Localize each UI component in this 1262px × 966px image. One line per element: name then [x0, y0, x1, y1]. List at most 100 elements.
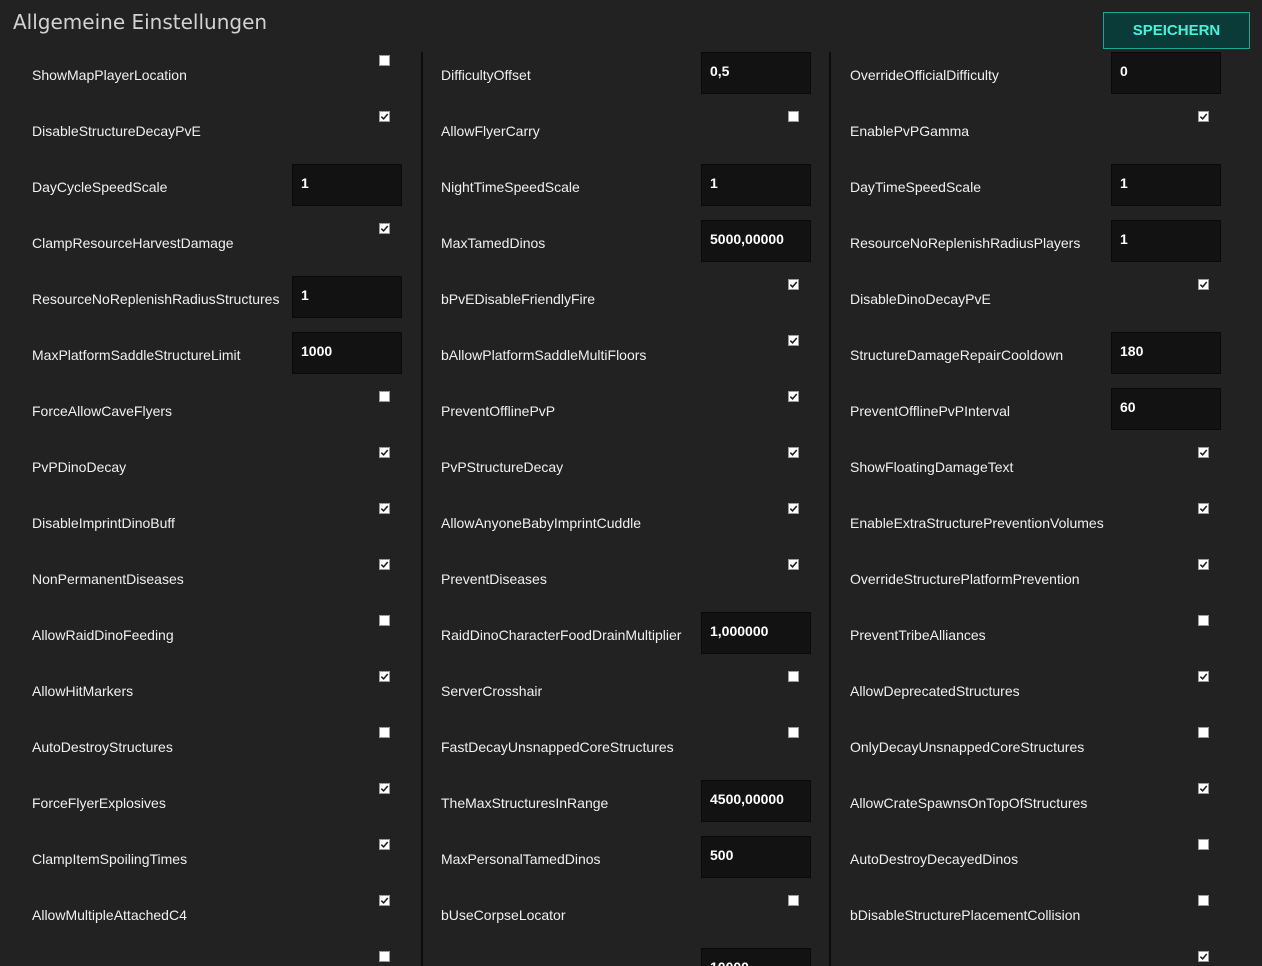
setting-row: ShowMapPlayerLocation	[32, 52, 402, 108]
setting-label: StructureDamageRepairCooldown	[850, 347, 1064, 363]
setting-label: AllowHitMarkers	[32, 683, 134, 699]
setting-label: MaxPersonalTamedDinos	[441, 851, 601, 867]
setting-label: DisableStructureDecayPvE	[32, 123, 201, 139]
disable-dino-decay-pv-e-checkbox[interactable]	[1198, 279, 1209, 290]
setting-row: bAllowPlatformSaddleMultiFloors	[441, 332, 811, 388]
setting-label: ResourceNoReplenishRadiusStructures	[32, 291, 280, 307]
setting-label: OverrideOfficialDifficulty	[850, 67, 999, 83]
setting-label: ResourceNoReplenishRadiusPlayers	[850, 235, 1081, 251]
checkmark-icon	[1199, 953, 1208, 961]
non-permanent-diseases-checkbox[interactable]	[379, 559, 390, 570]
setting-row: OverrideOfficialDifficulty	[850, 52, 1221, 108]
clamp-item-spoiling-times-checkbox[interactable]	[379, 839, 390, 850]
override-official-difficulty-input[interactable]	[1111, 52, 1221, 94]
settings-column-3: OverrideOfficialDifficulty EnablePvPGamma…	[850, 52, 1221, 966]
only-decay-unsnapped-core-structures-checkbox[interactable]	[1198, 727, 1209, 738]
force-flyer-explosives-checkbox[interactable]	[379, 783, 390, 794]
auto-destroy-structures-checkbox[interactable]	[379, 727, 390, 738]
prevent-tribe-alliances-checkbox[interactable]	[1198, 615, 1209, 626]
setting-row: DayTimeSpeedScale	[850, 164, 1221, 220]
day-time-speed-scale-input[interactable]	[1111, 164, 1221, 206]
allow-multiple-attached-c4-checkbox[interactable]	[379, 895, 390, 906]
allow-anyone-baby-imprint-cuddle-checkbox[interactable]	[788, 503, 799, 514]
setting-label: PreventOfflinePvPInterval	[850, 403, 1011, 419]
b-allow-platform-saddle-multi-floors-checkbox[interactable]	[788, 335, 799, 346]
enable-extra-structure-prevention-volumes-checkbox[interactable]	[1198, 503, 1209, 514]
raid-dino-character-food-drain-multiplier-input[interactable]	[701, 612, 811, 654]
disable-structure-decay-pv-e-checkbox[interactable]	[379, 111, 390, 122]
allow-flyer-carry-checkbox[interactable]	[788, 111, 799, 122]
setting-label: OnlyDecayUnsnappedCoreStructures	[850, 739, 1085, 755]
the-max-structures-in-range-input[interactable]	[701, 780, 811, 822]
allow-hit-markers-checkbox[interactable]	[379, 671, 390, 682]
setting-row: DayCycleSpeedScale	[32, 164, 402, 220]
setting-row: ServerCrosshair	[441, 668, 811, 724]
enable-pv-p-gamma-checkbox[interactable]	[1198, 111, 1209, 122]
column-divider	[421, 52, 423, 966]
checkmark-icon	[789, 337, 798, 345]
night-time-speed-scale-input[interactable]	[701, 164, 811, 206]
max-platform-saddle-structure-limit-input[interactable]	[292, 332, 402, 374]
resource-no-replenish-radius-structures-input[interactable]	[292, 276, 402, 318]
difficulty-offset-input[interactable]	[701, 52, 811, 94]
save-button[interactable]: SPEICHERN	[1103, 12, 1250, 49]
allow-deprecated-structures-checkbox[interactable]	[1198, 671, 1209, 682]
allow-crate-spawns-on-top-of-structures-checkbox[interactable]	[1198, 783, 1209, 794]
settings-column-1: ShowMapPlayerLocation DisableStructureDec…	[32, 52, 402, 966]
checkmark-icon	[1199, 673, 1208, 681]
show-map-player-location-checkbox[interactable]	[379, 55, 390, 66]
max-tamed-dinos-input[interactable]	[701, 220, 811, 262]
setting-row: AllowMultipleAttachedC4	[32, 892, 402, 948]
setting-label: bPvEDisableFriendlyFire	[441, 291, 596, 307]
setting-label: NonPermanentDiseases	[32, 571, 184, 587]
pv-p-dino-decay-checkbox[interactable]	[379, 447, 390, 458]
setting-row: DisableDinoDecayPvE	[850, 276, 1221, 332]
setting-label: AutoDestroyStructures	[32, 739, 173, 755]
disable-imprint-dino-buff-checkbox[interactable]	[379, 503, 390, 514]
checkmark-icon	[789, 393, 798, 401]
structure-damage-repair-cooldown-input[interactable]	[1111, 332, 1221, 374]
prevent-offline-pv-p-interval-input[interactable]	[1111, 388, 1221, 430]
clamp-resource-harvest-damage-checkbox[interactable]	[379, 223, 390, 234]
day-cycle-speed-scale-input[interactable]	[292, 164, 402, 206]
b-pv-e-disable-friendly-fire-checkbox[interactable]	[788, 279, 799, 290]
checkmark-icon	[380, 897, 389, 905]
setting-row: TheMaxStructuresInRange	[441, 780, 811, 836]
setting-row: DisableImprintDinoBuff	[32, 500, 402, 556]
setting-row-16-input[interactable]	[701, 948, 811, 966]
setting-row: bUseCorpseLocator	[441, 892, 811, 948]
setting-row-16-checkbox[interactable]	[379, 951, 390, 962]
setting-label: TheMaxStructuresInRange	[441, 795, 609, 811]
setting-row: ClampItemSpoilingTimes	[32, 836, 402, 892]
prevent-diseases-checkbox[interactable]	[788, 559, 799, 570]
resource-no-replenish-radius-players-input[interactable]	[1111, 220, 1221, 262]
setting-row: AllowFlyerCarry	[441, 108, 811, 164]
prevent-offline-pv-p-checkbox[interactable]	[788, 391, 799, 402]
setting-label: bDisableStructurePlacementCollision	[850, 907, 1081, 923]
show-floating-damage-text-checkbox[interactable]	[1198, 447, 1209, 458]
checkmark-icon	[380, 785, 389, 793]
server-crosshair-checkbox[interactable]	[788, 671, 799, 682]
force-allow-cave-flyers-checkbox[interactable]	[379, 391, 390, 402]
setting-label: EnableExtraStructurePreventionVolumes	[850, 515, 1104, 531]
setting-row: MaxPersonalTamedDinos	[441, 836, 811, 892]
checkmark-icon	[789, 281, 798, 289]
max-personal-tamed-dinos-input[interactable]	[701, 836, 811, 878]
setting-row: PvPStructureDecay	[441, 444, 811, 500]
setting-row-16-checkbox[interactable]	[1198, 951, 1209, 962]
auto-destroy-decayed-dinos-checkbox[interactable]	[1198, 839, 1209, 850]
setting-row: DifficultyOffset	[441, 52, 811, 108]
setting-row: AllowCrateSpawnsOnTopOfStructures	[850, 780, 1221, 836]
setting-label: NightTimeSpeedScale	[441, 179, 580, 195]
checkmark-icon	[789, 561, 798, 569]
fast-decay-unsnapped-core-structures-checkbox[interactable]	[788, 727, 799, 738]
checkmark-icon	[789, 449, 798, 457]
checkmark-icon	[380, 449, 389, 457]
allow-raid-dino-feeding-checkbox[interactable]	[379, 615, 390, 626]
setting-row: ForceFlyerExplosives	[32, 780, 402, 836]
b-disable-structure-placement-collision-checkbox[interactable]	[1198, 895, 1209, 906]
override-structure-platform-prevention-checkbox[interactable]	[1198, 559, 1209, 570]
checkmark-icon	[1199, 449, 1208, 457]
b-use-corpse-locator-checkbox[interactable]	[788, 895, 799, 906]
pv-p-structure-decay-checkbox[interactable]	[788, 447, 799, 458]
